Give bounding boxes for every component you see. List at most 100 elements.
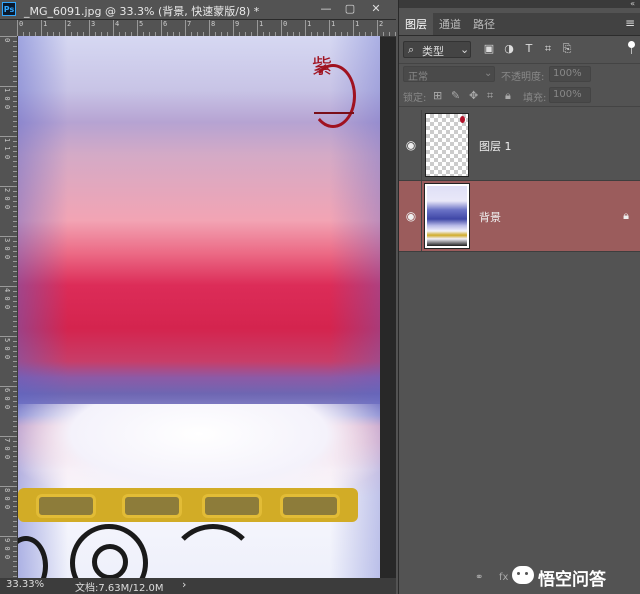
- panel-dock-header[interactable]: «: [399, 0, 640, 8]
- ruler-tick: [13, 171, 17, 172]
- ruler-tick: [13, 241, 17, 242]
- ruler-tick: [13, 381, 17, 382]
- type-filter-icon[interactable]: T: [523, 43, 535, 55]
- tab-paths[interactable]: 路径: [473, 16, 495, 32]
- minimize-button[interactable]: —: [316, 1, 336, 17]
- opacity-label: 不透明度:: [501, 72, 545, 83]
- ruler-tick: [13, 231, 17, 232]
- ruler-tick: [305, 20, 306, 36]
- layer-thumbnail[interactable]: [425, 113, 469, 177]
- ruler-tick-label: 5: [139, 20, 144, 28]
- lock-row: 锁定: ⊞ ✎ ✥ ⌗ 🔒︎ 填充: 100%: [399, 86, 640, 106]
- ruler-tick: [13, 311, 17, 312]
- ruler-tick: [161, 20, 162, 36]
- ruler-tick: [13, 151, 17, 152]
- divider: [421, 181, 422, 251]
- ruler-tick-label: 7 0 0: [3, 438, 11, 460]
- ruler-tick: [13, 106, 17, 107]
- ruler-tick: [13, 431, 17, 432]
- ruler-tick: [13, 181, 17, 182]
- ruler-tick: [13, 416, 17, 417]
- ruler-tick: [13, 531, 17, 532]
- ruler-tick: [13, 421, 17, 422]
- ruler-tick: [13, 556, 17, 557]
- horizontal-ruler[interactable]: 0123456789101112: [17, 20, 396, 37]
- document-title: _MG_6091.jpg @ 33.3% (背景, 快速蒙版/8) *: [24, 5, 260, 18]
- collapse-panel-icon[interactable]: «: [630, 0, 635, 8]
- adjustment-filter-icon[interactable]: ◑: [503, 43, 515, 55]
- ruler-tick-label: 4 0 0: [3, 288, 11, 310]
- filter-kind-select[interactable]: ⌕ 类型 ⌄: [403, 41, 471, 58]
- ruler-tick: [377, 20, 378, 36]
- ruler-tick: [13, 346, 17, 347]
- restore-button[interactable]: ▢: [340, 1, 360, 17]
- ruler-tick-label: 8 0 0: [3, 488, 11, 510]
- layer-row[interactable]: ◉ 背景 🔒︎: [399, 181, 640, 252]
- ruler-tick: [13, 201, 17, 202]
- lock-artboard-icon[interactable]: ⌗: [487, 89, 493, 103]
- ruler-tick: [209, 20, 210, 36]
- layer-name[interactable]: 图层 1: [479, 138, 512, 154]
- eye-icon[interactable]: ◉: [403, 209, 419, 223]
- ruler-tick-label: 8: [211, 20, 216, 28]
- ruler-tick-label: 1: [307, 20, 312, 28]
- fx-icon[interactable]: fx: [499, 572, 508, 583]
- ruler-tick: [13, 211, 17, 212]
- ruler-tick: [0, 36, 17, 37]
- ruler-tick: [13, 221, 17, 222]
- ruler-corner[interactable]: [0, 20, 17, 36]
- ruler-tick: [13, 146, 17, 147]
- ruler-tick: [13, 476, 17, 477]
- smart-object-filter-icon[interactable]: ⎘: [561, 43, 573, 55]
- ruler-tick: [13, 516, 17, 517]
- ruler-tick-label: 4: [115, 20, 120, 28]
- image-filter-icon[interactable]: ▣: [483, 43, 495, 55]
- ruler-tick: [13, 161, 17, 162]
- image-canvas[interactable]: 紫: [18, 36, 380, 578]
- lock-transparency-icon[interactable]: ⊞: [433, 89, 442, 102]
- lock-pixels-icon[interactable]: ✎: [451, 89, 460, 102]
- ruler-tick: [13, 561, 17, 562]
- ruler-tick: [329, 20, 330, 36]
- ruler-tick: [13, 46, 17, 47]
- ruler-tick: [13, 51, 17, 52]
- eye-icon[interactable]: ◉: [403, 138, 419, 152]
- close-button[interactable]: ✕: [366, 1, 386, 17]
- shape-filter-icon[interactable]: ⌗: [542, 43, 554, 55]
- opacity-field[interactable]: 100%: [549, 66, 591, 82]
- ruler-tick: [13, 121, 17, 122]
- ruler-tick: [13, 76, 17, 77]
- ruler-tick-label: 9 0 0: [3, 538, 11, 560]
- status-menu-arrow[interactable]: ›: [182, 578, 186, 591]
- chevron-down-icon: ⌄: [460, 43, 470, 56]
- document-title-bar[interactable]: Ps _MG_6091.jpg @ 33.3% (背景, 快速蒙版/8) * —…: [0, 0, 396, 20]
- ruler-tick: [13, 566, 17, 567]
- tab-layers[interactable]: 图层: [405, 16, 427, 32]
- vertical-ruler[interactable]: 0 1 0 0 1 1 0 2 0 0 3 0 0 4 0 0 5 0 0 6 0 0 7 0 …: [0, 36, 18, 578]
- zoom-level[interactable]: 33.33%: [6, 579, 44, 590]
- ruler-tick-label: 5 0 0: [3, 338, 11, 360]
- ruler-tick: [13, 101, 17, 102]
- bench-slat: [36, 494, 96, 518]
- link-icon[interactable]: ⚭: [475, 572, 483, 583]
- layer-row[interactable]: ◉ 图层 1: [399, 110, 640, 181]
- ruler-tick: [13, 56, 17, 57]
- layer-name[interactable]: 背景: [479, 209, 501, 225]
- ruler-tick: [13, 61, 17, 62]
- lock-position-icon[interactable]: ✥: [469, 89, 478, 102]
- filter-toggle-icon[interactable]: [628, 41, 635, 48]
- ruler-tick-label: 6: [163, 20, 168, 28]
- document-status-bar: 33.33% 文档:7.63M/12.0M ›: [0, 578, 396, 594]
- ruler-tick: [13, 521, 17, 522]
- fill-field[interactable]: 100%: [549, 87, 591, 103]
- watermark-text: 悟空问答: [538, 570, 606, 590]
- ruler-tick: [13, 471, 17, 472]
- ruler-tick: [41, 20, 42, 36]
- search-icon: ⌕: [408, 43, 415, 56]
- layer-thumbnail[interactable]: [424, 183, 470, 249]
- lock-all-icon[interactable]: 🔒︎: [505, 89, 511, 103]
- tab-channels[interactable]: 通道: [439, 16, 461, 32]
- panel-menu-icon[interactable]: ≡: [625, 16, 635, 30]
- blend-mode-select[interactable]: 正常 ⌄: [403, 66, 495, 83]
- ruler-tick-label: 2: [379, 20, 384, 28]
